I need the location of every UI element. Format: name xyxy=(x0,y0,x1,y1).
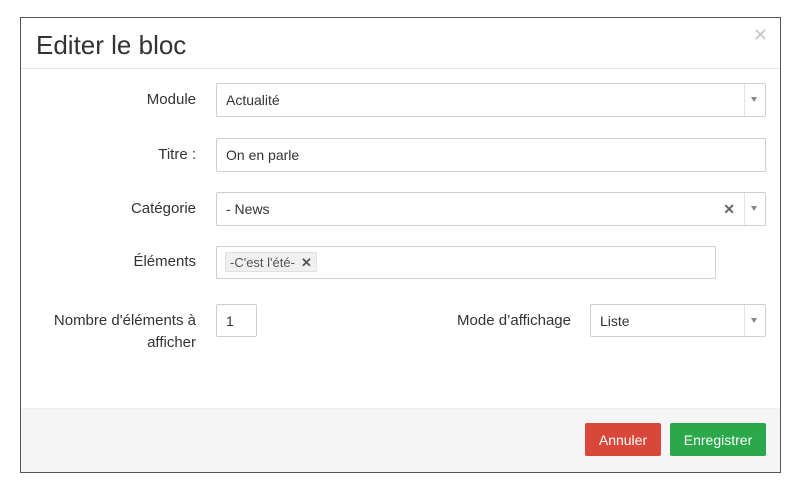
element-tag: -C'est l'été- ✕ xyxy=(225,252,317,272)
cancel-button[interactable]: Annuler xyxy=(585,423,661,456)
elements-label: Éléments xyxy=(133,253,196,270)
mode-select[interactable]: Liste xyxy=(590,304,766,337)
chevron-down-icon xyxy=(751,318,757,323)
categorie-value: - News xyxy=(226,201,270,217)
mode-label: Mode d’affichage xyxy=(457,312,571,329)
module-dropdown-toggle[interactable] xyxy=(744,84,765,116)
modal-title: Editer le bloc xyxy=(36,30,187,60)
modal-footer: Annuler Enregistrer xyxy=(21,408,780,472)
categorie-select[interactable]: - News ✕ xyxy=(216,192,766,226)
modal-header: Editer le bloc ✕ xyxy=(21,18,780,69)
module-select[interactable]: Actualité xyxy=(216,83,766,117)
chevron-down-icon xyxy=(751,206,757,211)
module-label: Module xyxy=(146,91,196,108)
nombre-label: Nombre d'éléments à afficher xyxy=(41,310,196,354)
remove-tag-icon[interactable]: ✕ xyxy=(301,255,312,270)
titre-input[interactable]: On en parle xyxy=(216,138,766,172)
nombre-label-line1: Nombre d'éléments à xyxy=(53,312,196,329)
element-tag-label: -C'est l'été- xyxy=(230,255,295,270)
save-button[interactable]: Enregistrer xyxy=(670,423,766,456)
module-value: Actualité xyxy=(226,92,280,108)
elements-multiselect[interactable]: -C'est l'été- ✕ xyxy=(216,246,716,279)
clear-selection-icon[interactable]: ✕ xyxy=(723,200,735,218)
edit-block-modal: Editer le bloc ✕ Module Actualité Titre … xyxy=(20,17,781,473)
titre-value: On en parle xyxy=(226,147,300,163)
mode-value: Liste xyxy=(600,313,630,329)
chevron-down-icon xyxy=(751,97,757,102)
categorie-label: Catégorie xyxy=(130,200,196,217)
nombre-value: 1 xyxy=(226,313,234,329)
nombre-input[interactable]: 1 xyxy=(216,304,257,337)
categorie-dropdown-toggle[interactable] xyxy=(744,193,765,225)
close-icon[interactable]: ✕ xyxy=(753,26,768,44)
nombre-label-line2: afficher xyxy=(147,334,196,351)
mode-dropdown-toggle[interactable] xyxy=(744,305,765,336)
titre-label: Titre : xyxy=(158,146,196,163)
